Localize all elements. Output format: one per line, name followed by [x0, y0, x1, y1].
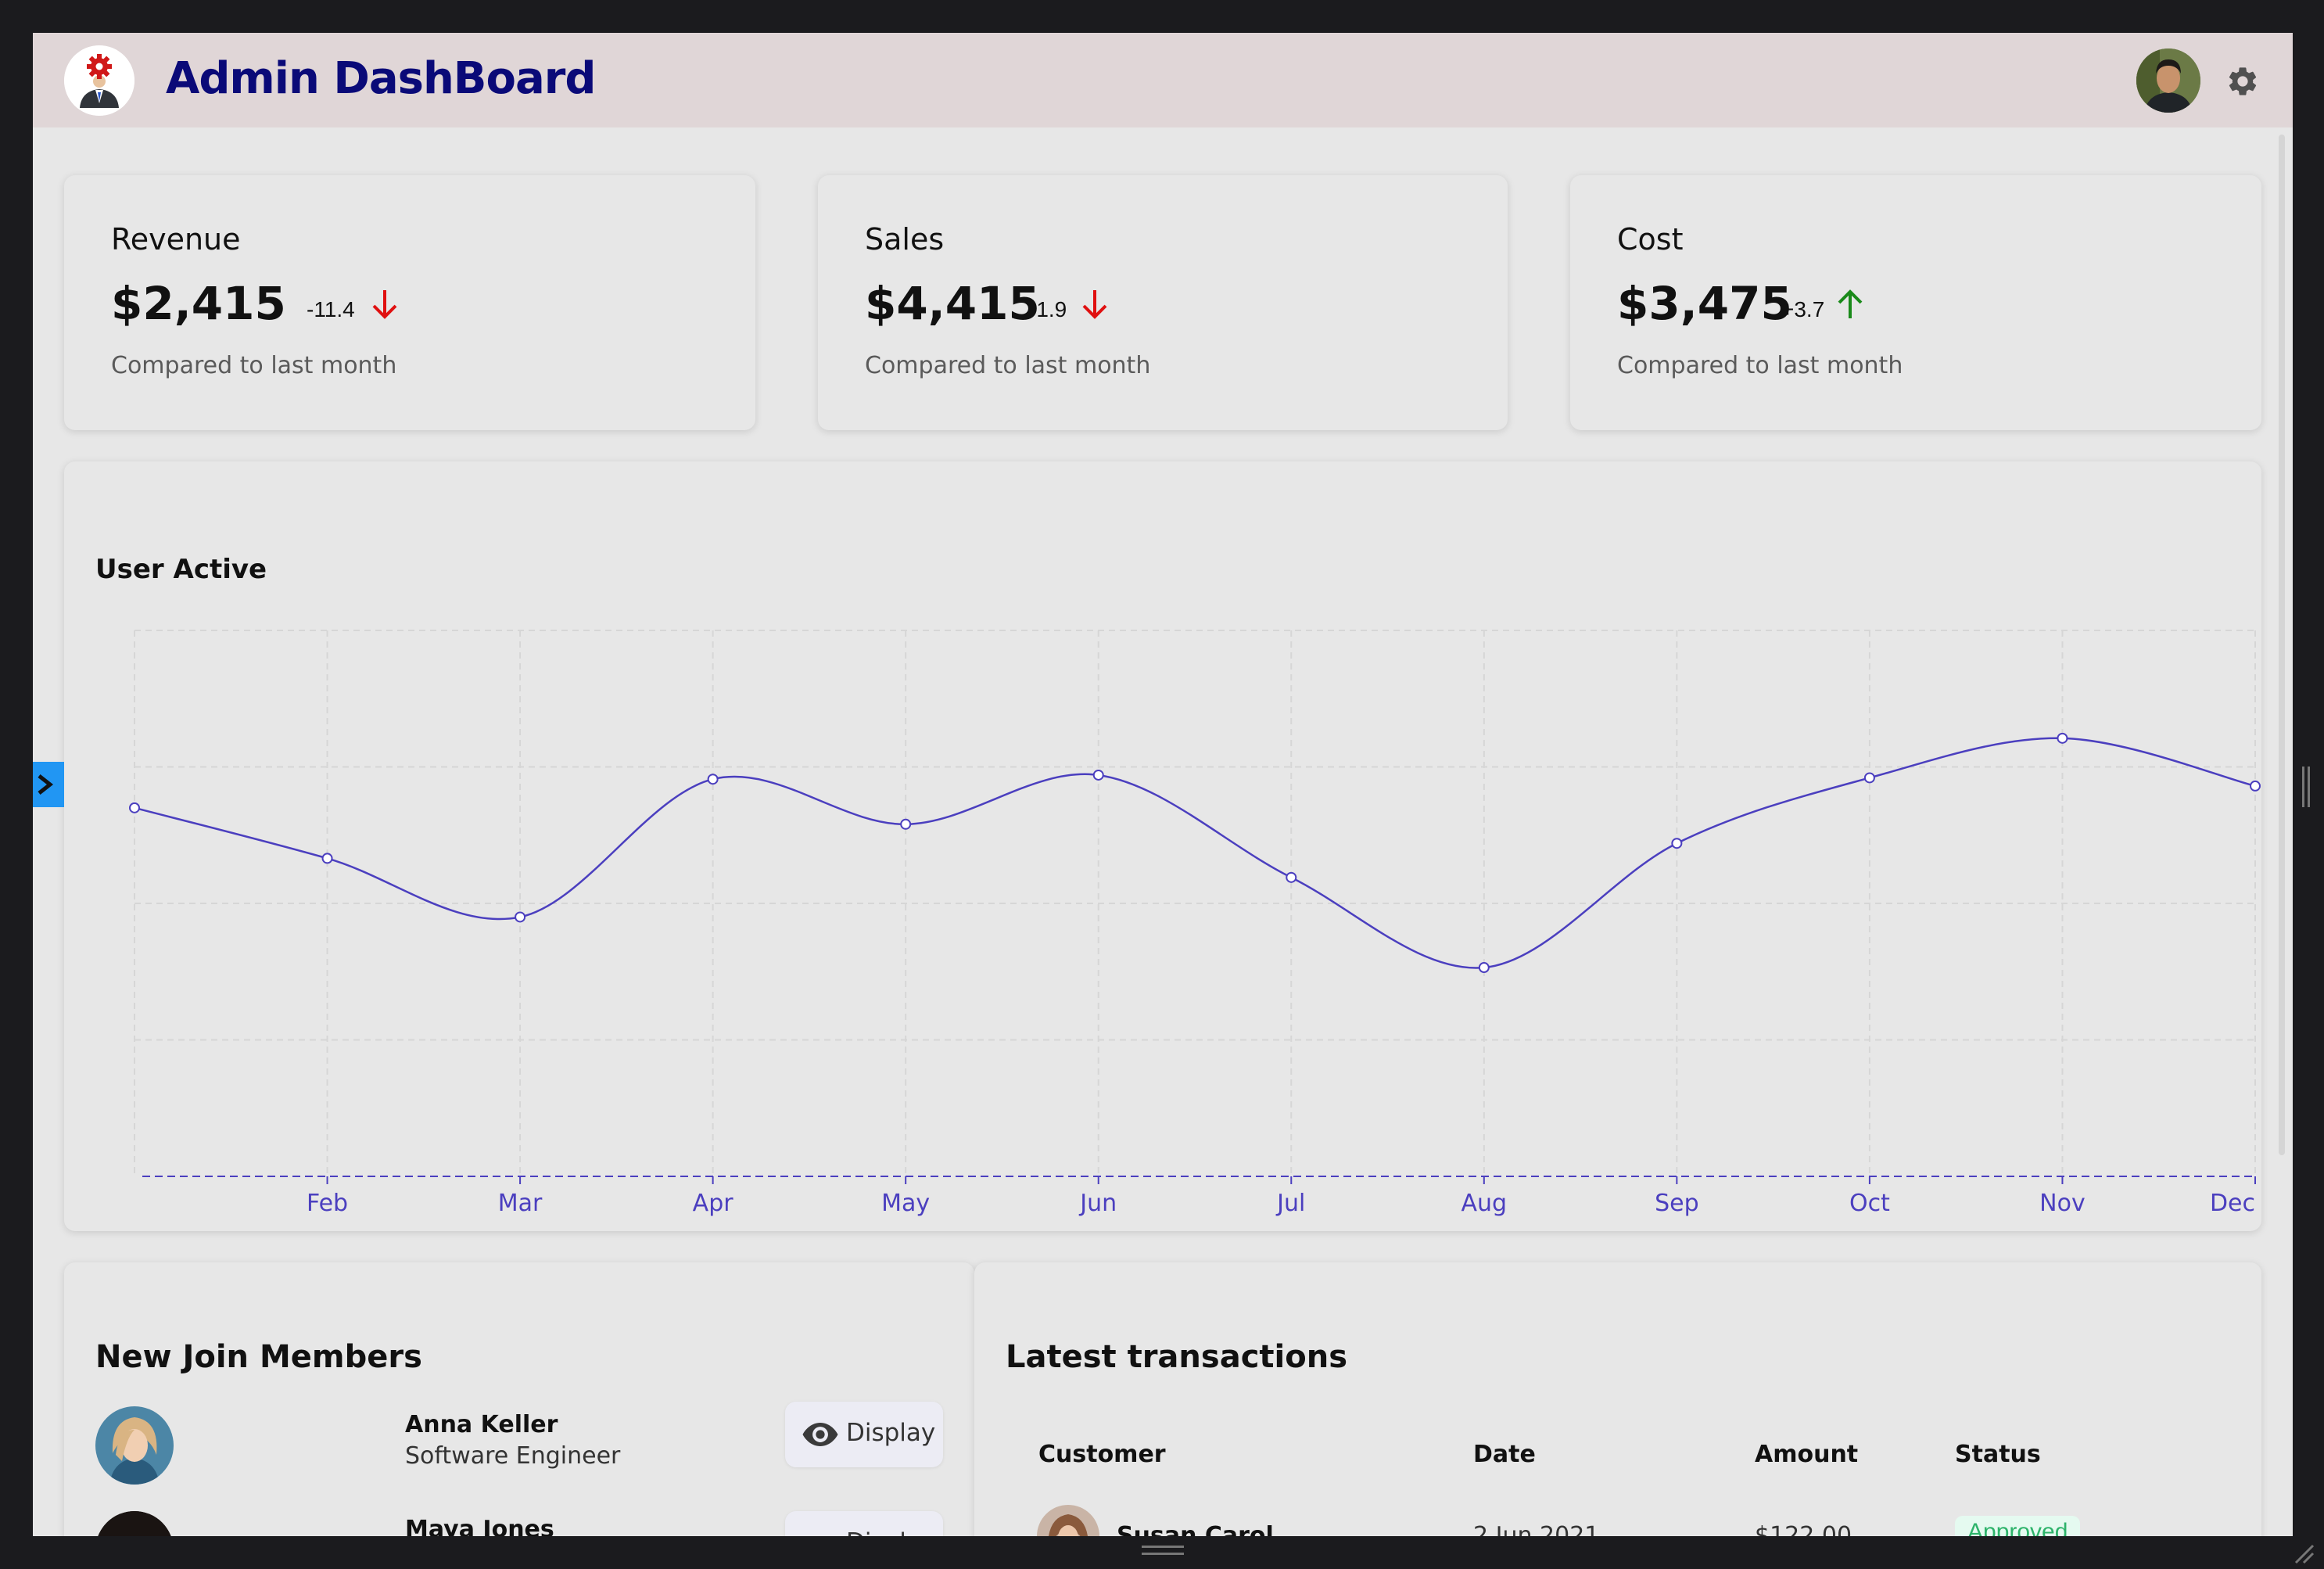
x-tick-label: Mar: [498, 1190, 543, 1217]
arrow-down-icon: [1079, 287, 1110, 321]
data-point: [2057, 732, 2068, 744]
arrow-up-icon: [1834, 287, 1866, 321]
display-button[interactable]: Display: [785, 1511, 943, 1536]
column-header-amount[interactable]: Amount: [1755, 1441, 1858, 1468]
kpi-card-cost: Cost $3,475 +3.7 Compared to last month: [1570, 175, 2261, 430]
member-name: Maya Jones: [405, 1516, 554, 1536]
top-bar: Admin DashBoard: [33, 33, 2293, 127]
x-tick-label: Oct: [1849, 1190, 1890, 1217]
x-tick-label: Sep: [1655, 1190, 1699, 1217]
kpi-delta: +3.7: [1781, 297, 1825, 321]
kpi-card-revenue: Revenue $2,415 -11.4 Compared to last mo…: [64, 175, 755, 430]
chevron-right-icon: [38, 774, 54, 795]
app-window: Admin DashBoard Revenue $2,415 -11.4 Com…: [33, 33, 2293, 1536]
vertical-scrollbar[interactable]: [2279, 135, 2285, 1155]
kpi-title: Revenue: [111, 222, 241, 257]
user-active-chart-card: User Active Feb Mar Apr May Jun Jul Aug Sep Oct N…: [64, 461, 2261, 1231]
kpi-card-sales: Sales $4,415 -1.9 Compared to last month: [818, 175, 1508, 430]
kpi-delta: -11.4: [307, 297, 355, 321]
x-tick-label: Dec: [2210, 1190, 2255, 1217]
x-tick-label: Jul: [1275, 1190, 1305, 1217]
kpi-subtitle: Compared to last month: [865, 352, 1151, 379]
right-resize-handle[interactable]: [2302, 767, 2310, 807]
user-avatar[interactable]: [2136, 48, 2200, 113]
gear-person-logo-icon[interactable]: [64, 45, 134, 116]
eye-icon: [802, 1423, 838, 1446]
x-tick-label: Jun: [1078, 1190, 1117, 1217]
x-tick-label: Feb: [307, 1190, 348, 1217]
display-button[interactable]: Display: [785, 1402, 943, 1467]
data-point: [515, 911, 526, 923]
new-members-card: New Join Members Anna Keller Software En…: [64, 1262, 974, 1536]
kpi-delta: -1.9: [1029, 297, 1067, 321]
kpi-value: $2,415: [111, 277, 286, 330]
avatar: [95, 1406, 174, 1485]
latest-transactions-card: [974, 1262, 2261, 1536]
kpi-subtitle: Compared to last month: [1617, 352, 1903, 379]
bottom-bar: [0, 1536, 2324, 1569]
kpi-title: Sales: [865, 222, 945, 257]
data-point: [1478, 962, 1490, 974]
transaction-amount: $122.00: [1755, 1522, 1852, 1536]
kpi-subtitle: Compared to last month: [111, 352, 397, 379]
column-header-status[interactable]: Status: [1955, 1441, 2041, 1468]
data-point: [1863, 772, 1875, 784]
x-tick-label: Nov: [2039, 1190, 2086, 1217]
kpi-value: $3,475: [1617, 277, 1792, 330]
column-header-date[interactable]: Date: [1473, 1441, 1536, 1468]
status-badge: Approved: [1955, 1516, 2081, 1536]
column-header-customer[interactable]: Customer: [1038, 1441, 1166, 1468]
sidebar-toggle-button[interactable]: [33, 762, 64, 807]
data-point: [321, 853, 333, 864]
avatar: [95, 1511, 174, 1536]
data-point: [900, 818, 912, 830]
kpi-value: $4,415: [865, 277, 1040, 330]
page-title: Admin DashBoard: [166, 53, 596, 104]
x-tick-label: May: [881, 1190, 930, 1217]
kpi-title: Cost: [1617, 222, 1684, 257]
data-point: [129, 802, 140, 813]
gear-icon[interactable]: [2225, 64, 2260, 99]
display-button-label: Display: [846, 1419, 936, 1447]
transaction-date: 2 Jun 2021: [1473, 1522, 1600, 1536]
bottom-drag-handle[interactable]: [1142, 1546, 1184, 1555]
member-name: Anna Keller: [405, 1411, 558, 1438]
resize-corner-icon[interactable]: [2291, 1541, 2315, 1564]
display-button-label: Display: [846, 1528, 935, 1536]
customer-name: Susan Carol: [1117, 1522, 1274, 1536]
data-point: [1092, 769, 1104, 781]
data-point: [2250, 780, 2261, 792]
arrow-down-icon: [369, 287, 400, 321]
data-point: [1671, 838, 1683, 849]
members-title: New Join Members: [95, 1339, 422, 1375]
x-tick-label: Apr: [693, 1190, 734, 1217]
series-line-user-active: [134, 737, 2256, 969]
x-tick-label: Aug: [1461, 1190, 1508, 1217]
data-point: [707, 774, 719, 785]
user-active-line-chart: Feb Mar Apr May Jun Jul Aug Sep Oct Nov Dec: [129, 630, 2261, 1217]
member-role: Software Engineer: [405, 1442, 621, 1470]
data-point: [1286, 871, 1297, 883]
transactions-title: Latest transactions: [1006, 1339, 1348, 1375]
